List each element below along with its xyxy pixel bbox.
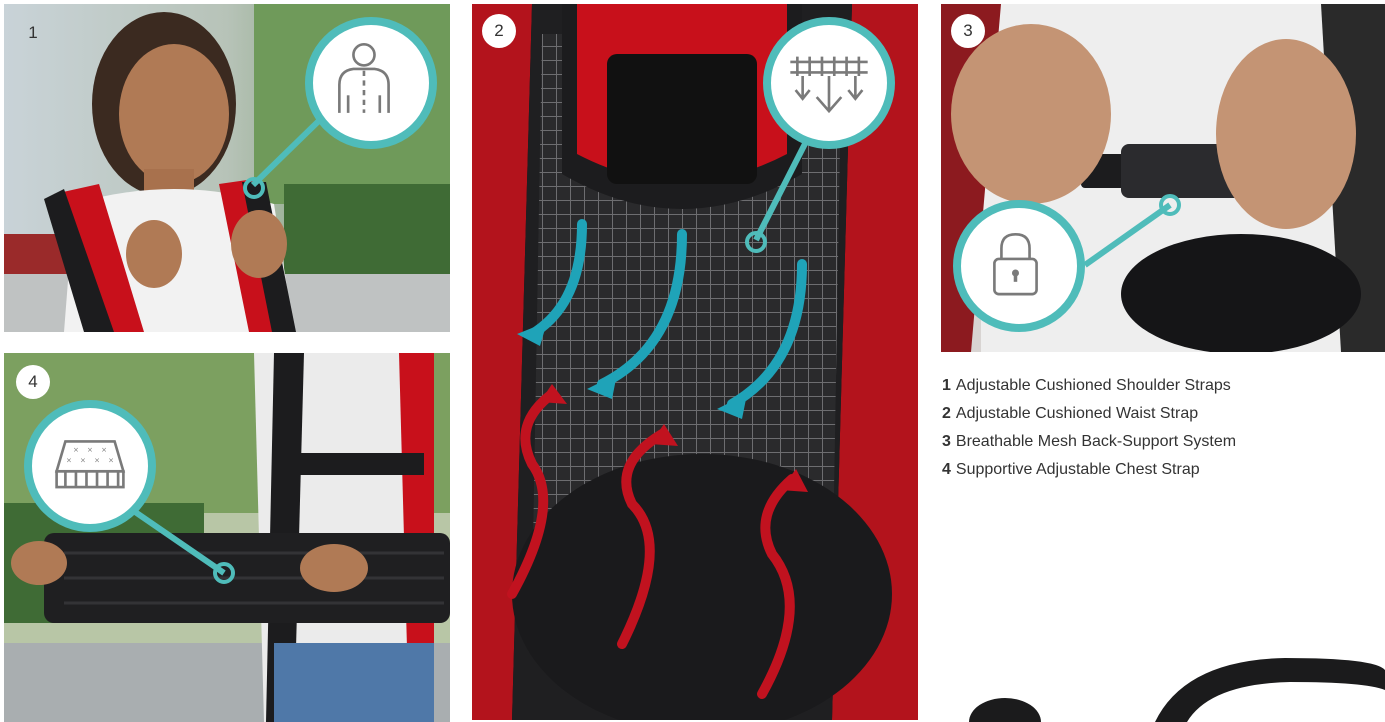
product-photo-partial xyxy=(955,640,1385,722)
legend-item: 4 Supportive Adjustable Chest Strap xyxy=(942,461,1200,478)
svg-text:×: × xyxy=(80,455,86,464)
svg-text:×: × xyxy=(101,445,107,454)
svg-text:×: × xyxy=(66,455,72,464)
legend-item: 1 Adjustable Cushioned Shoulder Straps xyxy=(942,377,1231,394)
person-body-icon xyxy=(305,17,437,149)
svg-text:×: × xyxy=(108,455,114,464)
mesh-airflow-icon xyxy=(763,17,895,149)
panel-number-3: 3 xyxy=(951,14,985,48)
legend-item: 3 Breathable Mesh Back-Support System xyxy=(942,433,1237,450)
cushion-mattress-icon: × × × × × × × xyxy=(24,400,156,532)
callout-dot-3 xyxy=(1159,194,1181,216)
callout-dot-1 xyxy=(243,177,265,199)
panel-number-1: 1 xyxy=(28,23,38,42)
legend-item: 2 Adjustable Cushioned Waist Strap xyxy=(942,405,1199,422)
padlock-icon xyxy=(953,200,1085,332)
feature-legend: 1 Adjustable Cushioned Shoulder Straps 2A… xyxy=(942,372,1236,484)
svg-text:×: × xyxy=(94,455,100,464)
svg-text:×: × xyxy=(87,445,93,454)
callout-dot-4 xyxy=(213,562,235,584)
svg-text:×: × xyxy=(73,445,79,454)
callout-dot-2 xyxy=(745,231,767,253)
panel-number-4: 4 xyxy=(16,365,50,399)
panel-number-2: 2 xyxy=(482,14,516,48)
